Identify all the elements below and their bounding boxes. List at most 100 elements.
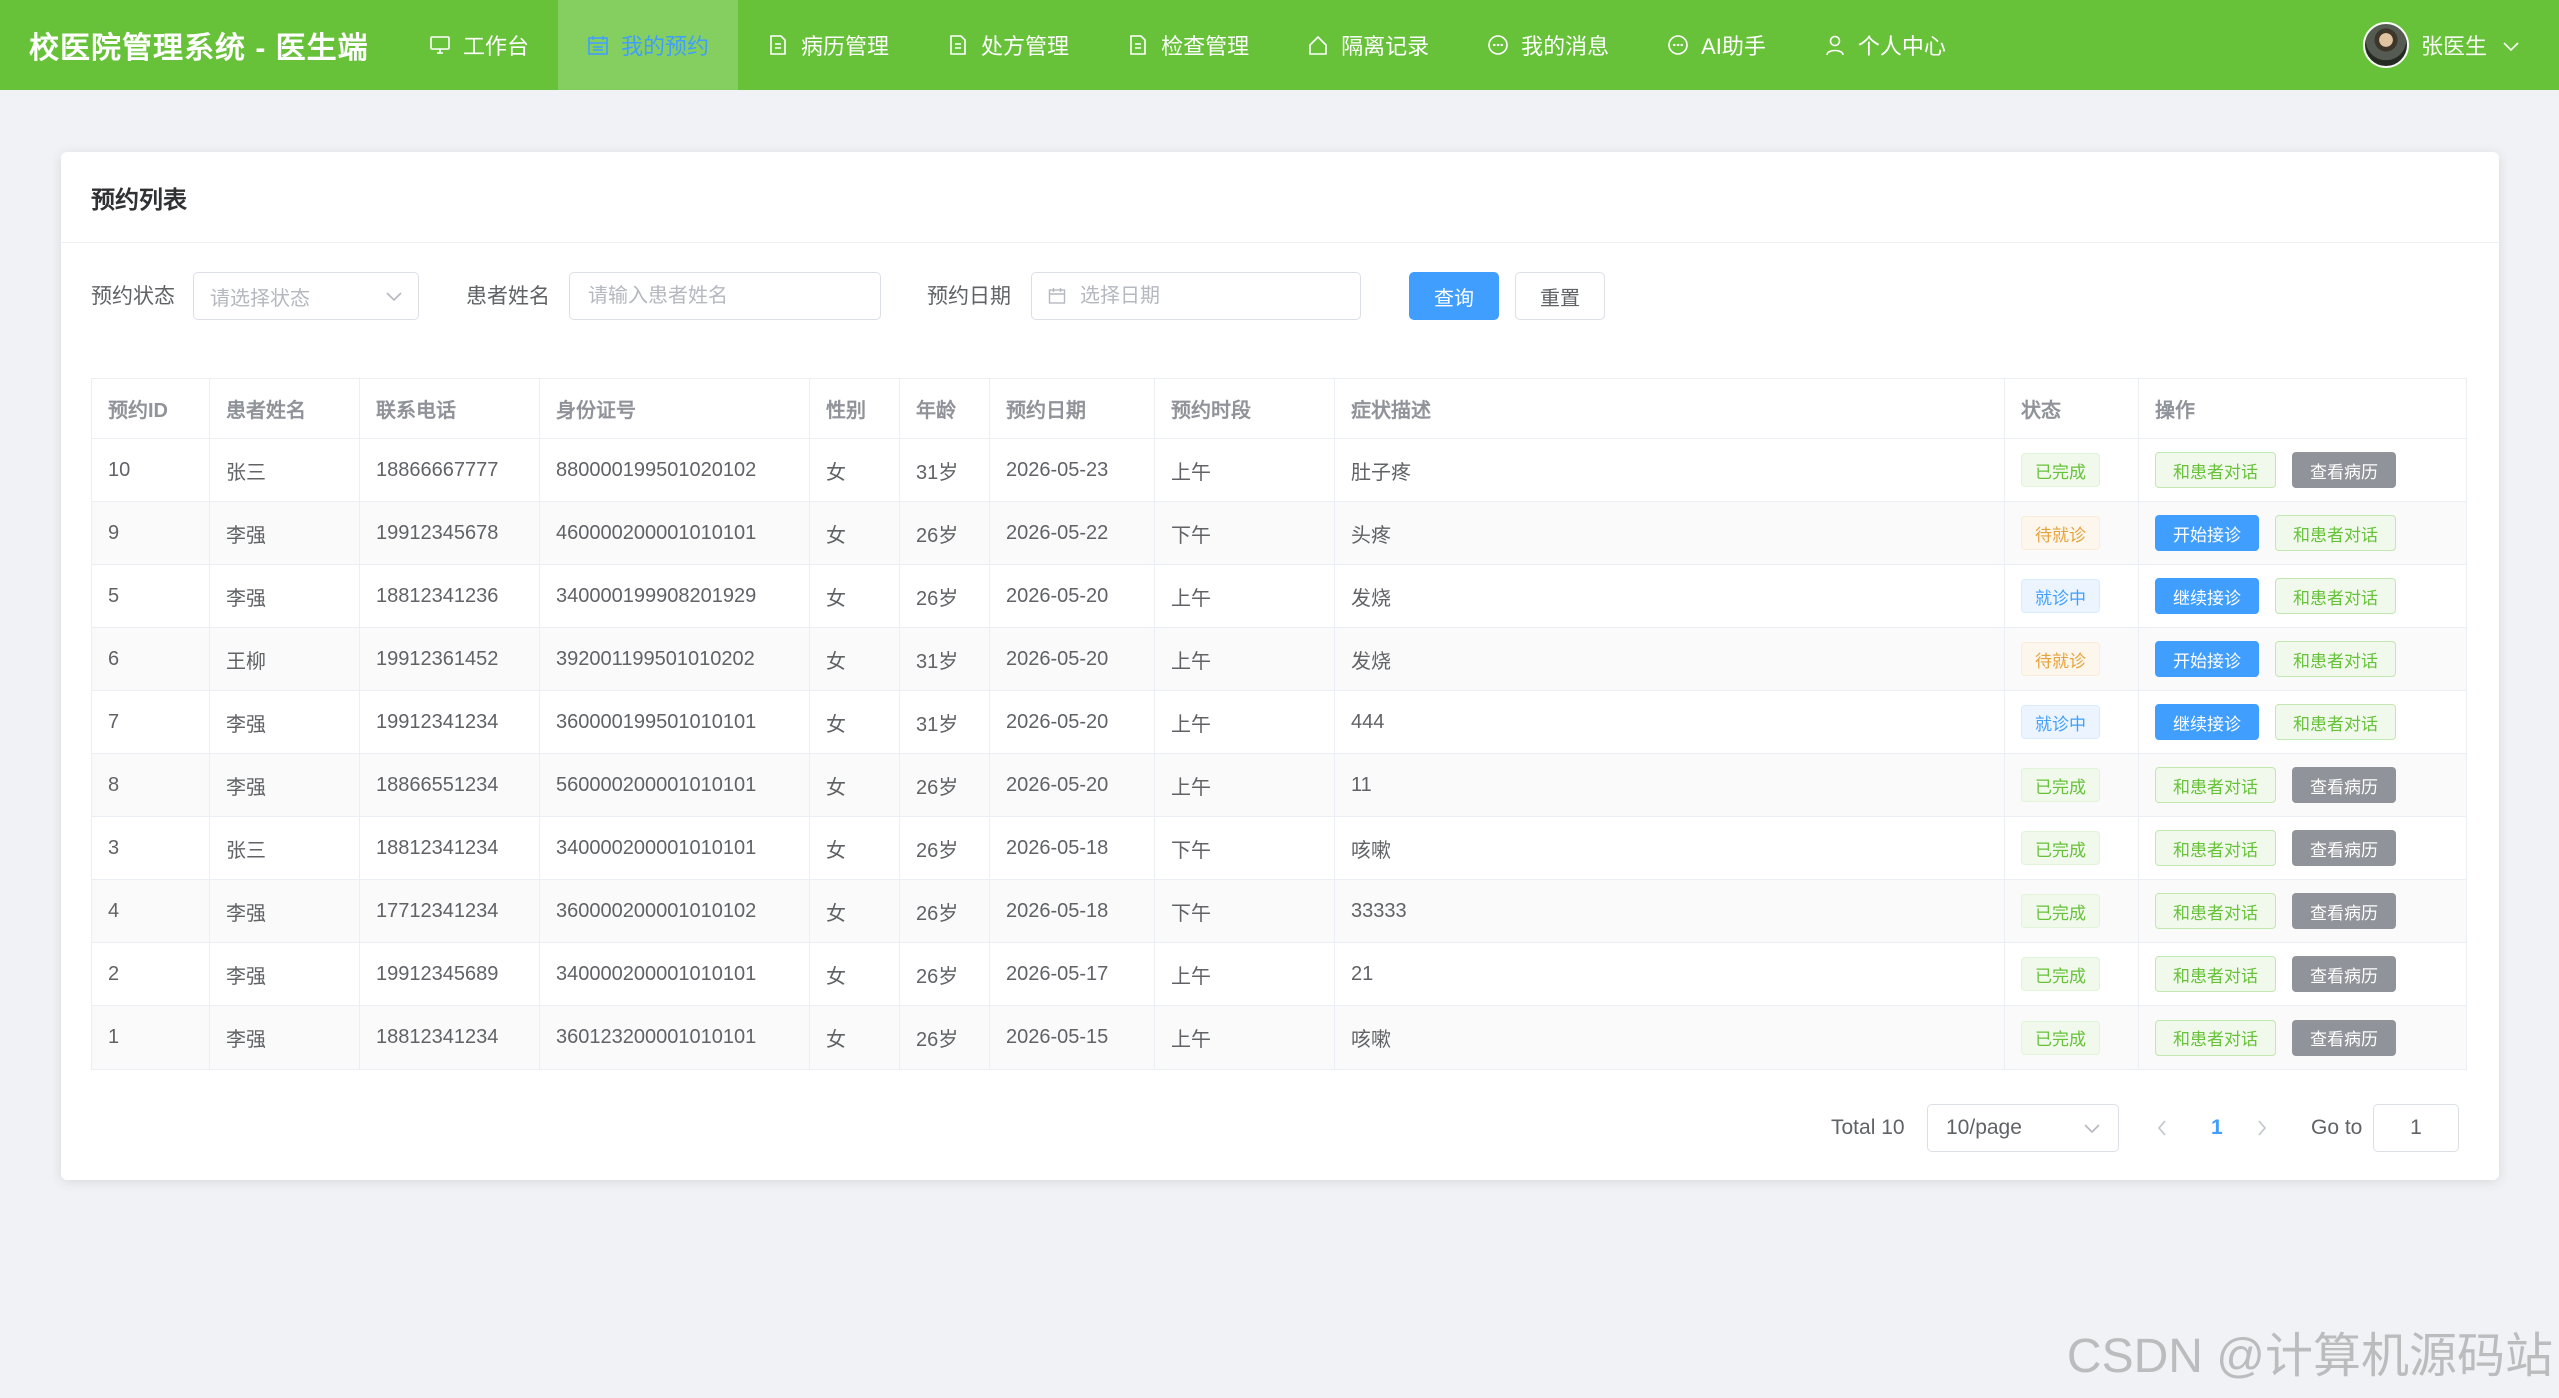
cell-status: 就诊中 [2005, 565, 2139, 627]
nav-item-label: 我的预约 [621, 34, 710, 59]
chat-with-patient-button[interactable]: 和患者对话 [2155, 767, 2276, 803]
user-menu[interactable]: 张医生 [2362, 0, 2519, 90]
watermark: CSDN @计算机源码站 [2066, 1330, 2553, 1383]
cell-id: 10 [92, 439, 210, 501]
column-header-status: 状态 [2005, 379, 2139, 438]
date-picker[interactable] [1031, 272, 1361, 320]
view-record-button[interactable]: 查看病历 [2292, 830, 2396, 866]
reset-button[interactable]: 重置 [1515, 272, 1605, 320]
status-badge: 就诊中 [2021, 579, 2100, 613]
cell-idcard: 340000199908201929 [540, 565, 810, 627]
cell-idcard: 360123200001010101 [540, 1006, 810, 1069]
cell-gender: 女 [810, 817, 900, 879]
goto-page-field[interactable] [2373, 1104, 2459, 1152]
chat-with-patient-button[interactable]: 和患者对话 [2275, 641, 2396, 677]
cell-phone: 19912345689 [360, 943, 540, 1005]
view-record-button[interactable]: 查看病历 [2292, 767, 2396, 803]
nav-item-6[interactable]: 我的消息 [1458, 0, 1638, 90]
cell-id: 1 [92, 1006, 210, 1069]
goto-label: Go to [2311, 1116, 2363, 1139]
cell-actions: 继续接诊 和患者对话 [2139, 691, 2466, 753]
view-record-button[interactable]: 查看病历 [2292, 452, 2396, 488]
table-row: 6 王柳 19912361452 392001199501010202 女 31岁 2026… [92, 628, 2466, 691]
view-record-button[interactable]: 查看病历 [2292, 893, 2396, 929]
status-badge: 待就诊 [2021, 516, 2100, 550]
cell-actions: 和患者对话 查看病历 [2139, 943, 2466, 1005]
cell-id: 9 [92, 502, 210, 564]
status-badge: 已完成 [2021, 453, 2100, 487]
cell-id: 6 [92, 628, 210, 690]
nav-item-8[interactable]: 个人中心 [1795, 0, 1975, 90]
chat-with-patient-button[interactable]: 和患者对话 [2155, 830, 2276, 866]
start-consultation-button[interactable]: 开始接诊 [2155, 515, 2259, 551]
user-name[interactable]: 张医生 [2421, 29, 2487, 61]
cell-status: 已完成 [2005, 817, 2139, 879]
patient-name-input[interactable] [586, 283, 864, 309]
column-header-actions: 操作 [2155, 400, 2195, 422]
cell-symptom: 咳嗽 [1335, 817, 2005, 879]
nav-item-7[interactable]: AI助手 [1638, 0, 1795, 90]
top-navbar: 校医院管理系统 - 医生端 工作台 我的预约 病历管理 处方管理 检查管理 隔离记录 我的消… [0, 0, 2559, 90]
status-select[interactable]: 请选择状态 [193, 272, 419, 320]
page-size-select[interactable]: 10/page [1927, 1104, 2119, 1152]
search-button[interactable]: 查询 [1409, 272, 1499, 320]
date-input[interactable] [1078, 283, 1344, 309]
cell-gender: 女 [810, 1006, 900, 1069]
next-page-button[interactable] [2257, 1104, 2267, 1152]
cell-slot: 上午 [1155, 1006, 1335, 1069]
chat-with-patient-button[interactable]: 和患者对话 [2155, 956, 2276, 992]
goto-page-input[interactable] [2384, 1115, 2448, 1141]
cell-age: 31岁 [900, 691, 990, 753]
cell-gender: 女 [810, 565, 900, 627]
continue-consultation-button[interactable]: 继续接诊 [2155, 578, 2259, 614]
patient-name-field[interactable] [569, 272, 881, 320]
chat-icon [1487, 34, 1509, 56]
cell-age: 26岁 [900, 817, 990, 879]
start-consultation-button[interactable]: 开始接诊 [2155, 641, 2259, 677]
nav-item-5[interactable]: 隔离记录 [1278, 0, 1458, 90]
cell-symptom: 发烧 [1335, 628, 2005, 690]
cell-actions: 和患者对话 查看病历 [2139, 1006, 2466, 1069]
chat-with-patient-button[interactable]: 和患者对话 [2155, 452, 2276, 488]
monitor-icon [429, 34, 451, 56]
prev-page-button[interactable] [2157, 1104, 2167, 1152]
status-badge: 已完成 [2021, 957, 2100, 991]
nav-item-3[interactable]: 处方管理 [918, 0, 1098, 90]
chat-with-patient-button[interactable]: 和患者对话 [2275, 704, 2396, 740]
cell-symptom: 33333 [1335, 880, 2005, 942]
cell-age: 26岁 [900, 754, 990, 816]
pagination-total: Total 10 [1831, 1116, 1905, 1139]
nav-item-0[interactable]: 工作台 [400, 0, 558, 90]
status-select-placeholder: 请选择状态 [210, 287, 310, 310]
cell-symptom: 444 [1335, 691, 2005, 753]
table-header-row: 预约ID 患者姓名 联系电话 身份证号 性别 年龄 预约日期 预约时段 症状描述 状态 操作 [92, 379, 2466, 439]
nav-item-1[interactable]: 我的预约 [558, 0, 739, 90]
chevron-left-icon [2157, 1120, 2166, 1136]
chat-with-patient-button[interactable]: 和患者对话 [2155, 1019, 2276, 1056]
nav-item-2[interactable]: 病历管理 [738, 0, 918, 90]
cell-idcard: 460000200001010101 [540, 502, 810, 564]
chat-with-patient-button[interactable]: 和患者对话 [2275, 578, 2396, 614]
column-header-symptom: 症状描述 [1335, 379, 2005, 438]
view-record-button[interactable]: 查看病历 [2292, 956, 2396, 992]
avatar[interactable] [2362, 22, 2409, 68]
status-badge: 已完成 [2021, 894, 2100, 928]
cell-date: 2026-05-18 [990, 817, 1155, 879]
document-icon [1127, 34, 1149, 56]
nav-item-label: 我的消息 [1521, 34, 1610, 59]
page-number-current[interactable]: 1 [2211, 1104, 2223, 1152]
chevron-down-icon[interactable] [2503, 32, 2519, 58]
continue-consultation-button[interactable]: 继续接诊 [2155, 704, 2259, 740]
column-header-idcard: 身份证号 [540, 379, 810, 438]
status-filter-label: 预约状态 [91, 285, 175, 308]
chat-with-patient-button[interactable]: 和患者对话 [2275, 515, 2396, 551]
view-record-button[interactable]: 查看病历 [2292, 1019, 2396, 1056]
cell-date: 2026-05-23 [990, 439, 1155, 501]
chat-with-patient-button[interactable]: 和患者对话 [2155, 893, 2276, 929]
nav-item-4[interactable]: 检查管理 [1098, 0, 1278, 90]
cell-actions: 和患者对话 查看病历 [2139, 439, 2466, 501]
cell-idcard: 340000200001010101 [540, 943, 810, 1005]
cell-age: 26岁 [900, 943, 990, 1005]
cell-phone: 18866551234 [360, 754, 540, 816]
cell-date: 2026-05-20 [990, 565, 1155, 627]
